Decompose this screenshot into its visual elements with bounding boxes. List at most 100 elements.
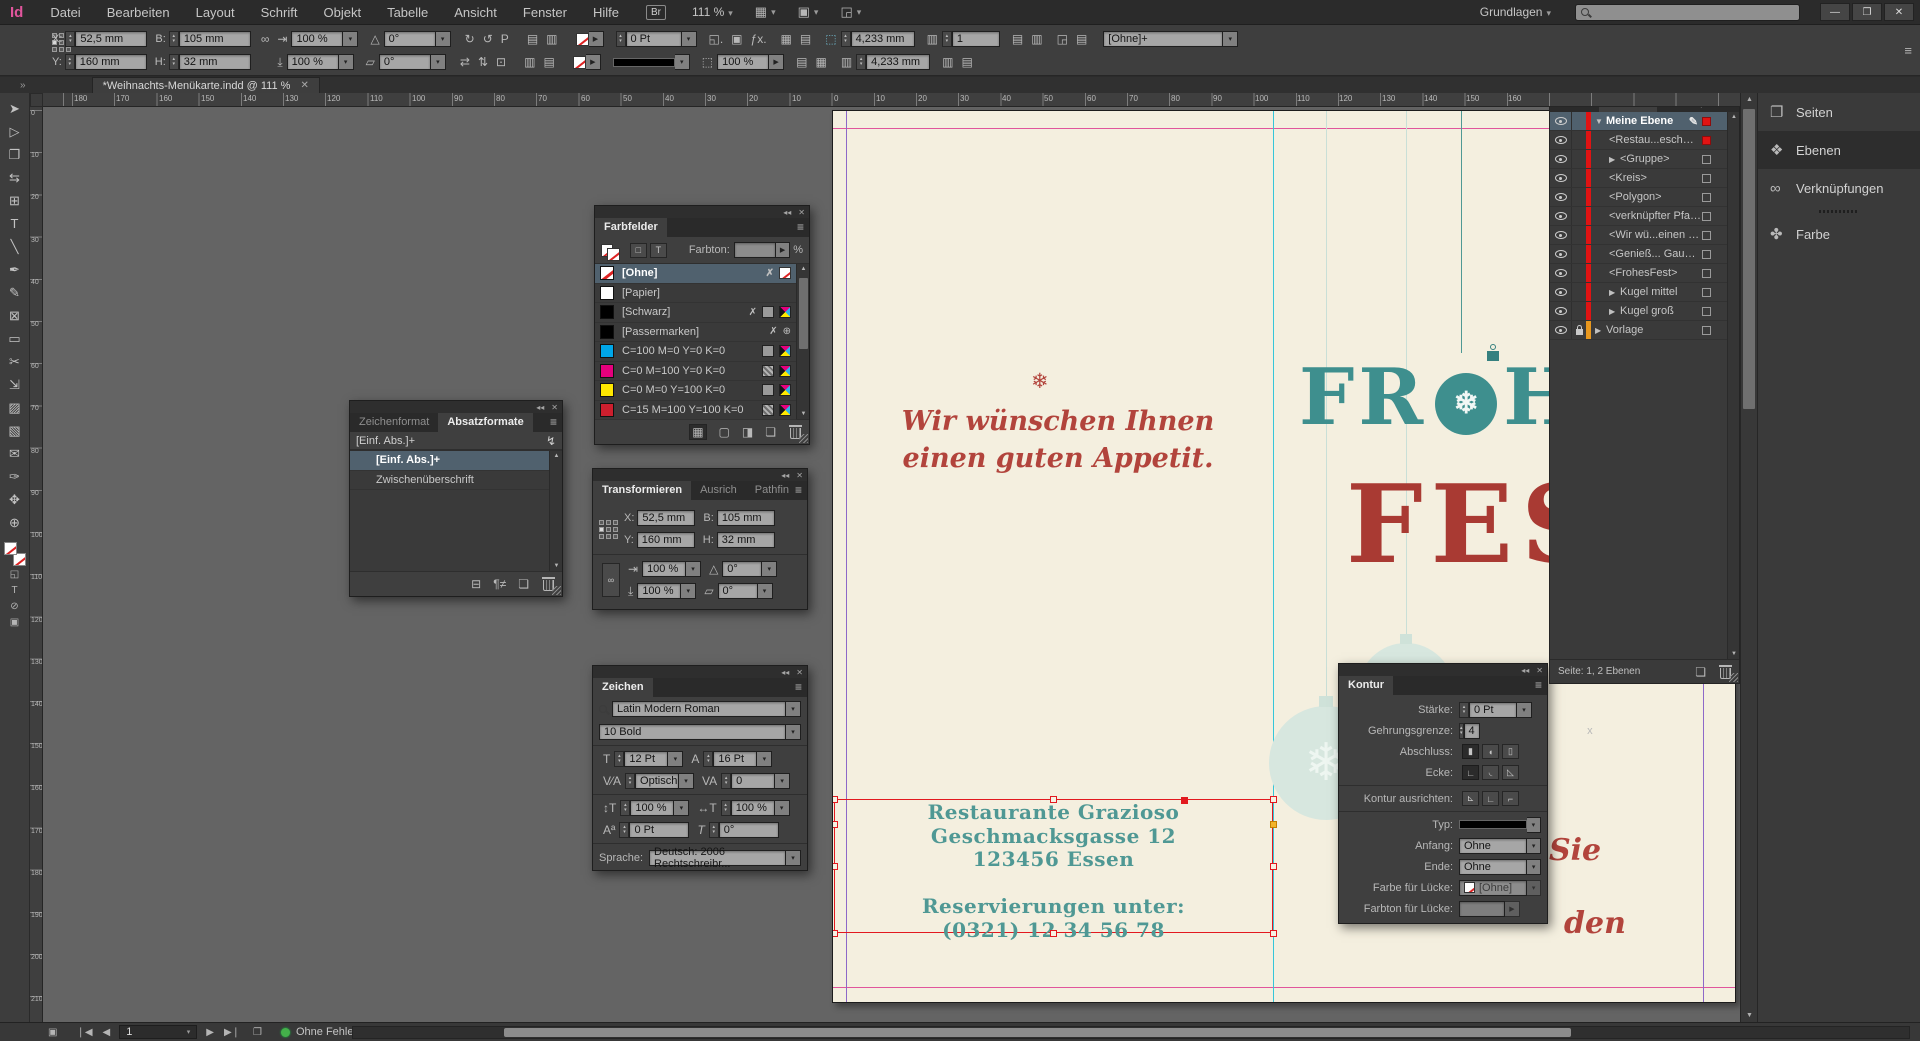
- menu-item[interactable]: Schrift: [248, 5, 311, 20]
- panel-menu-icon[interactable]: ≡: [795, 678, 802, 697]
- tracking-field[interactable]: 0: [731, 773, 775, 789]
- fill-color-dropdown[interactable]: ▶: [589, 31, 604, 47]
- align-outside-button[interactable]: ⌐: [1502, 791, 1519, 806]
- panel-menu-icon[interactable]: ≡: [1535, 676, 1542, 695]
- selection-square[interactable]: [1702, 269, 1711, 278]
- panel-menu-icon[interactable]: ≡: [795, 481, 802, 500]
- shear-dropdown[interactable]: ▾: [758, 583, 773, 599]
- font-family-field[interactable]: Latin Modern Roman: [612, 701, 786, 717]
- skew-field[interactable]: 0°: [719, 822, 779, 838]
- swatch-scrollbar[interactable]: ▲ ▼: [796, 264, 809, 419]
- panel-menu-icon[interactable]: ≡: [550, 413, 557, 432]
- frame-fitting-icon[interactable]: ◲: [1057, 32, 1068, 46]
- menu-item[interactable]: Fenster: [510, 5, 580, 20]
- style-row[interactable]: Zwischenüberschrift: [350, 471, 549, 491]
- menu-item[interactable]: Hilfe: [580, 5, 632, 20]
- ruler-origin-box[interactable]: [30, 93, 43, 107]
- greeting-line-1[interactable]: Wir wünschen Ihnen: [833, 406, 1283, 437]
- visibility-toggle[interactable]: [1550, 169, 1572, 187]
- auto-fit-icon[interactable]: ▤: [1076, 32, 1087, 46]
- stroke-weight-stepper[interactable]: ▴▾: [1459, 702, 1469, 718]
- scroll-up-icon[interactable]: ▲: [1741, 96, 1758, 103]
- y-field[interactable]: 160 mm: [637, 532, 695, 548]
- scale-x-dropdown[interactable]: ▾: [686, 561, 701, 577]
- resize-grip[interactable]: [552, 586, 561, 595]
- align-center-button[interactable]: ⊾: [1462, 791, 1479, 806]
- corner-options-icon[interactable]: ◱.: [709, 32, 724, 46]
- visibility-toggle[interactable]: [1550, 302, 1572, 320]
- direct-selection-tool[interactable]: ▷: [3, 120, 27, 143]
- tab-zeichen[interactable]: Zeichen: [593, 678, 653, 697]
- kerning-field[interactable]: Optisch: [635, 773, 679, 789]
- rotation-field[interactable]: 0°: [384, 31, 436, 47]
- shear-dropdown[interactable]: ▾: [431, 54, 446, 70]
- paragraph-rule-icons[interactable]: ▤: [962, 55, 973, 69]
- resize-grip[interactable]: [1729, 673, 1738, 682]
- greeting-line-2[interactable]: einen guten Appetit.: [833, 443, 1283, 474]
- close-icon[interactable]: ✕: [551, 403, 558, 412]
- layers-panel-button[interactable]: ❖ Ebenen: [1758, 131, 1920, 169]
- font-size-field[interactable]: 12 Pt: [624, 751, 668, 767]
- type-tool[interactable]: T: [3, 212, 27, 235]
- gap-color-field[interactable]: [Ohne]: [1459, 880, 1527, 896]
- rectangle-frame-tool[interactable]: ⊠: [3, 304, 27, 327]
- page-menu-icon[interactable]: ❐: [253, 1027, 262, 1038]
- pencil-tool[interactable]: ✎: [3, 281, 27, 304]
- visibility-toggle[interactable]: [1550, 245, 1572, 263]
- layer-name[interactable]: <Wir wü...einen guten ...>: [1609, 229, 1702, 241]
- collapse-icon[interactable]: ◂◂: [1521, 666, 1529, 675]
- tab-ausrichten[interactable]: Ausrich: [691, 481, 746, 500]
- font-size-stepper[interactable]: ▴▾: [614, 751, 624, 767]
- hand-tool[interactable]: ✥: [3, 488, 27, 511]
- formatting-container-button[interactable]: □: [630, 243, 647, 258]
- show-swatch-kinds-button[interactable]: ▦: [689, 424, 706, 440]
- horizontal-scale-stepper[interactable]: ▴▾: [721, 800, 731, 816]
- scale-x-field[interactable]: 100 %: [642, 561, 686, 577]
- scale-y-field[interactable]: 100 %: [287, 54, 339, 70]
- bridge-button[interactable]: Br: [646, 5, 666, 20]
- leading-stepper[interactable]: ▴▾: [703, 751, 713, 767]
- first-page-button[interactable]: ❘◀: [76, 1027, 92, 1038]
- stroke-type-preview[interactable]: [613, 58, 675, 67]
- swatch-row[interactable]: [Ohne] ✗ ⊕: [595, 264, 796, 284]
- expand-arrow-icon[interactable]: ▶: [1609, 288, 1620, 297]
- tab-zeichenformate[interactable]: Zeichenformat: [350, 413, 438, 432]
- layer-name[interactable]: Kugel groß: [1620, 305, 1674, 317]
- horizontal-scale-field[interactable]: 100 %: [731, 800, 775, 816]
- horizontal-scale-dropdown[interactable]: ▾: [775, 800, 790, 816]
- page-tool[interactable]: ❐: [3, 143, 27, 166]
- new-style-button[interactable]: ❏: [518, 577, 529, 591]
- swatch-row[interactable]: C=0 M=0 Y=100 K=0 ✗ ⊕: [595, 381, 796, 401]
- font-family-dropdown[interactable]: ▾: [786, 701, 801, 717]
- layer-row[interactable]: <verknüpfter Pfad> ✎: [1550, 207, 1727, 226]
- visibility-toggle[interactable]: [1550, 207, 1572, 225]
- vertical-scale-field[interactable]: 100 %: [630, 800, 674, 816]
- flip-vertical-button[interactable]: ⇅: [478, 55, 488, 69]
- scrollbar-thumb[interactable]: [504, 1028, 1571, 1037]
- previous-page-button[interactable]: ◀: [103, 1027, 111, 1038]
- x-stepper[interactable]: ▴▾: [65, 31, 75, 47]
- shear-field[interactable]: 0°: [718, 583, 758, 599]
- style-row[interactable]: [Einf. Abs.]+: [350, 451, 549, 471]
- panel-titlebar[interactable]: ◂◂ ✕: [1339, 664, 1547, 676]
- expand-arrow-icon[interactable]: ▶: [1609, 155, 1620, 164]
- layer-row[interactable]: <Genieß... Gaumenfreu...> ✎: [1550, 245, 1727, 264]
- new-swatch-button[interactable]: ❏: [765, 425, 776, 439]
- layer-name[interactable]: <FrohesFest>: [1609, 267, 1677, 279]
- close-icon[interactable]: ✕: [796, 471, 803, 480]
- drop-shadow-icon[interactable]: ▣: [731, 32, 742, 46]
- color-panel-button[interactable]: ✤ Farbe: [1758, 215, 1920, 253]
- menu-item[interactable]: Datei: [37, 5, 93, 20]
- selection-square[interactable]: [1702, 231, 1711, 240]
- width-field[interactable]: 105 mm: [717, 510, 775, 526]
- visibility-toggle[interactable]: [1550, 321, 1572, 339]
- workspace-switcher[interactable]: Grundlagen▾: [1480, 5, 1551, 19]
- swatch-row[interactable]: C=15 M=100 Y=100 K=0 ✗ ⊕: [595, 401, 796, 421]
- align-icons[interactable]: ▤: [527, 32, 538, 46]
- stroke-type-dropdown[interactable]: ▾: [675, 54, 690, 70]
- round-cap-button[interactable]: ◖: [1482, 744, 1499, 759]
- view-mode-button[interactable]: ▣: [3, 614, 27, 630]
- stroke-weight-dropdown[interactable]: ▾: [1517, 702, 1532, 718]
- rotation-field[interactable]: 0°: [722, 561, 762, 577]
- panel-titlebar[interactable]: ◂◂ ✕: [593, 469, 807, 481]
